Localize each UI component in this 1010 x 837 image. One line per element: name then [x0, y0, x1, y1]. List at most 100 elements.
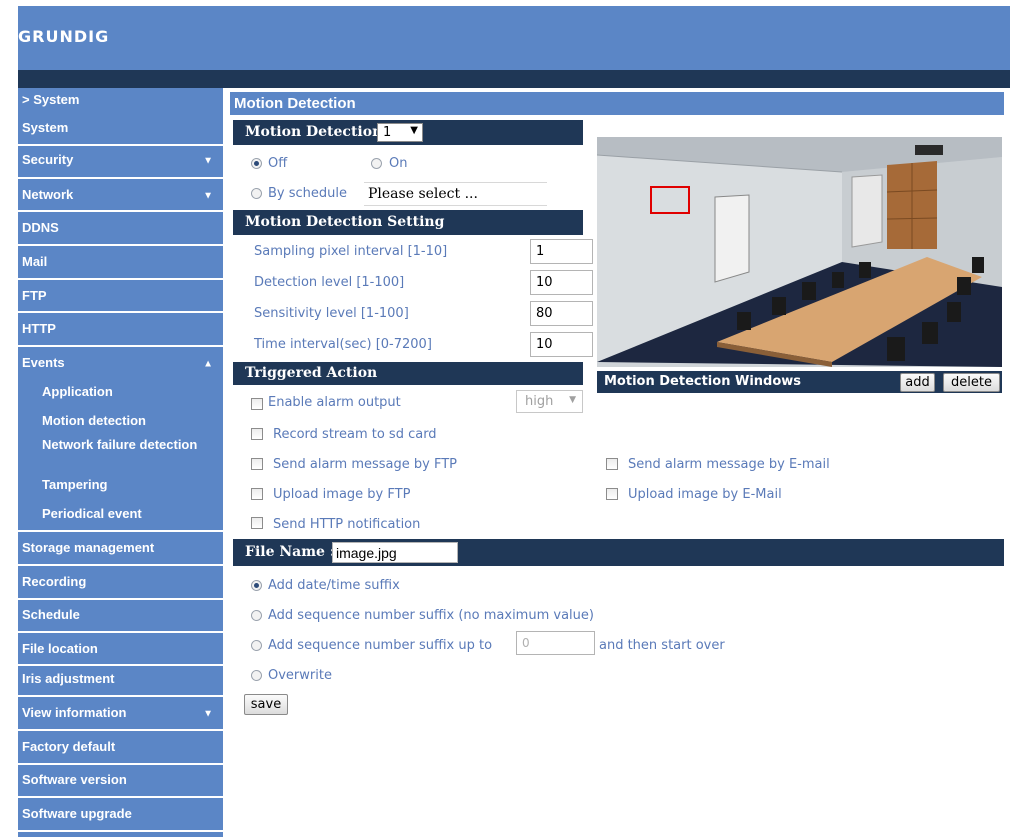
sidebar-item-recording[interactable]: Recording — [18, 574, 223, 592]
sidebar-item-ftp[interactable]: FTP — [18, 288, 223, 306]
sidebar-subitem-tampering[interactable]: Tampering — [42, 478, 222, 492]
sensitivity-level-input[interactable] — [530, 301, 593, 326]
delete-window-button[interactable]: delete — [943, 373, 1000, 392]
upload-ftp-checkbox[interactable] — [251, 488, 263, 500]
by-schedule-label: By schedule — [268, 186, 348, 201]
camera-preview[interactable] — [597, 137, 1002, 367]
sidebar-divider — [18, 311, 223, 313]
record-sd-checkbox[interactable] — [251, 428, 263, 440]
detection-level-input[interactable] — [530, 270, 593, 295]
suffix-upto-input[interactable] — [516, 631, 595, 655]
window-number-select[interactable]: 1 ▼ — [377, 123, 423, 142]
add-window-button[interactable]: add — [900, 373, 935, 392]
sidebar-item-label: DDNS — [22, 220, 59, 235]
sidebar-item-label: Software version — [22, 772, 127, 787]
sidebar-item-software-upgrade[interactable]: Software upgrade — [18, 806, 223, 824]
sidebar-item-events[interactable]: Events ▲ — [18, 355, 223, 373]
sidebar-divider — [18, 530, 223, 532]
http-notification-checkbox[interactable] — [251, 517, 263, 529]
alarm-ftp-checkbox[interactable] — [251, 458, 263, 470]
sidebar-divider — [18, 763, 223, 765]
sidebar-item-label: Mail — [22, 254, 48, 269]
http-notification-label: Send HTTP notification — [273, 517, 421, 532]
sidebar-item-software-version[interactable]: Software version — [18, 772, 223, 790]
schedule-select[interactable]: Please select ... — [364, 182, 547, 206]
time-interval-label: Time interval(sec) [0-7200] — [254, 337, 432, 352]
sidebar-item-label: System — [22, 120, 69, 135]
save-button[interactable]: save — [244, 694, 288, 715]
sidebar-divider — [18, 598, 223, 600]
sensitivity-level-label: Sensitivity level [1-100] — [254, 306, 409, 321]
suffix-upto-radio[interactable] — [251, 640, 262, 651]
sidebar-item-factory-default[interactable]: Factory default — [18, 739, 223, 757]
sidebar-item-label: Software upgrade — [22, 806, 132, 821]
overwrite-radio[interactable] — [251, 670, 262, 681]
sidebar-item-http[interactable]: HTTP — [18, 321, 223, 339]
chevron-down-icon[interactable]: ▼ — [203, 191, 213, 202]
enable-alarm-label: Enable alarm output — [268, 395, 401, 410]
sidebar-divider — [18, 796, 223, 798]
chevron-down-icon[interactable]: ▼ — [203, 709, 213, 720]
off-label: Off — [268, 156, 288, 171]
sidebar: > System System Security ▼ Network ▼ DDNS … — [18, 88, 223, 837]
on-radio[interactable] — [371, 158, 382, 169]
sidebar-item-label: View information — [22, 705, 127, 720]
alarm-ftp-label: Send alarm message by FTP — [273, 457, 457, 472]
time-interval-input[interactable] — [530, 332, 593, 357]
upload-email-label: Upload image by E-Mail — [628, 487, 782, 502]
sidebar-item-security[interactable]: Security ▼ — [18, 152, 223, 170]
sidebar-item-label: Recording — [22, 574, 87, 589]
overwrite-label: Overwrite — [268, 668, 332, 683]
upload-ftp-label: Upload image by FTP — [273, 487, 411, 502]
sidebar-subitem-periodical-event[interactable]: Periodical event — [42, 507, 222, 521]
sidebar-subitem-motion-detection[interactable]: Motion detection — [42, 414, 222, 428]
sidebar-item-file-location[interactable]: File location — [18, 641, 223, 659]
suffix-upto-after-label: and then start over — [599, 638, 725, 653]
sidebar-item-label: Schedule — [22, 607, 80, 622]
page-title: Motion Detection — [230, 92, 1004, 115]
sidebar-item-label: FTP — [22, 288, 47, 303]
suffix-upto-label: Add sequence number suffix up to — [268, 638, 493, 653]
sidebar-item-ddns[interactable]: DDNS — [18, 220, 223, 238]
chevron-down-icon[interactable]: ▼ — [203, 156, 213, 167]
sidebar-divider — [18, 830, 223, 832]
sidebar-divider — [18, 278, 223, 280]
upload-email-checkbox[interactable] — [606, 488, 618, 500]
sidebar-item-network[interactable]: Network ▼ — [18, 187, 223, 205]
chevron-up-icon[interactable]: ▲ — [203, 359, 213, 370]
by-schedule-radio[interactable] — [251, 188, 262, 199]
enable-alarm-checkbox[interactable] — [251, 398, 263, 410]
sidebar-item-mail[interactable]: Mail — [18, 254, 223, 272]
sampling-interval-input[interactable] — [530, 239, 593, 264]
dropdown-arrow-icon: ▼ — [410, 125, 418, 136]
file-name-label: File Name : — [245, 544, 335, 560]
section-title: Triggered Action — [245, 365, 378, 381]
windows-toolbar-label: Motion Detection Windows — [604, 374, 802, 389]
sidebar-item-label: Network — [22, 187, 74, 202]
sidebar-item-schedule[interactable]: Schedule — [18, 607, 223, 625]
sidebar-item-iris-adjustment[interactable]: Iris adjustment — [18, 671, 223, 689]
sidebar-item-view-information[interactable]: View information ▼ — [18, 705, 223, 723]
suffix-date-radio[interactable] — [251, 580, 262, 591]
grundig-logo: GRUNDIG — [18, 27, 110, 46]
off-radio[interactable] — [251, 158, 262, 169]
sidebar-divider — [18, 244, 223, 246]
sampling-interval-label: Sampling pixel interval [1-10] — [254, 244, 448, 259]
windows-toolbar: Motion Detection Windows — [597, 371, 1002, 393]
section-title: Motion Detection Setting — [245, 214, 445, 230]
sidebar-subitem-network-failure[interactable]: Network failure detection — [42, 438, 222, 452]
sidebar-item-system[interactable]: System — [18, 120, 223, 138]
setting-section-header: Motion Detection Setting — [233, 210, 583, 235]
sidebar-divider — [18, 210, 223, 212]
sidebar-item-storage-management[interactable]: Storage management — [18, 540, 223, 558]
sidebar-divider — [18, 144, 223, 146]
alarm-email-checkbox[interactable] — [606, 458, 618, 470]
sidebar-system-header[interactable]: > System — [18, 92, 223, 110]
alarm-level-select[interactable]: high ▼ — [516, 390, 583, 413]
file-name-input[interactable] — [332, 542, 458, 563]
suffix-seq-radio[interactable] — [251, 610, 262, 621]
header-divider-bar — [18, 70, 1010, 88]
record-sd-label: Record stream to sd card — [273, 427, 437, 442]
sidebar-subitem-application[interactable]: Application — [42, 385, 222, 399]
suffix-date-label: Add date/time suffix — [268, 578, 400, 593]
